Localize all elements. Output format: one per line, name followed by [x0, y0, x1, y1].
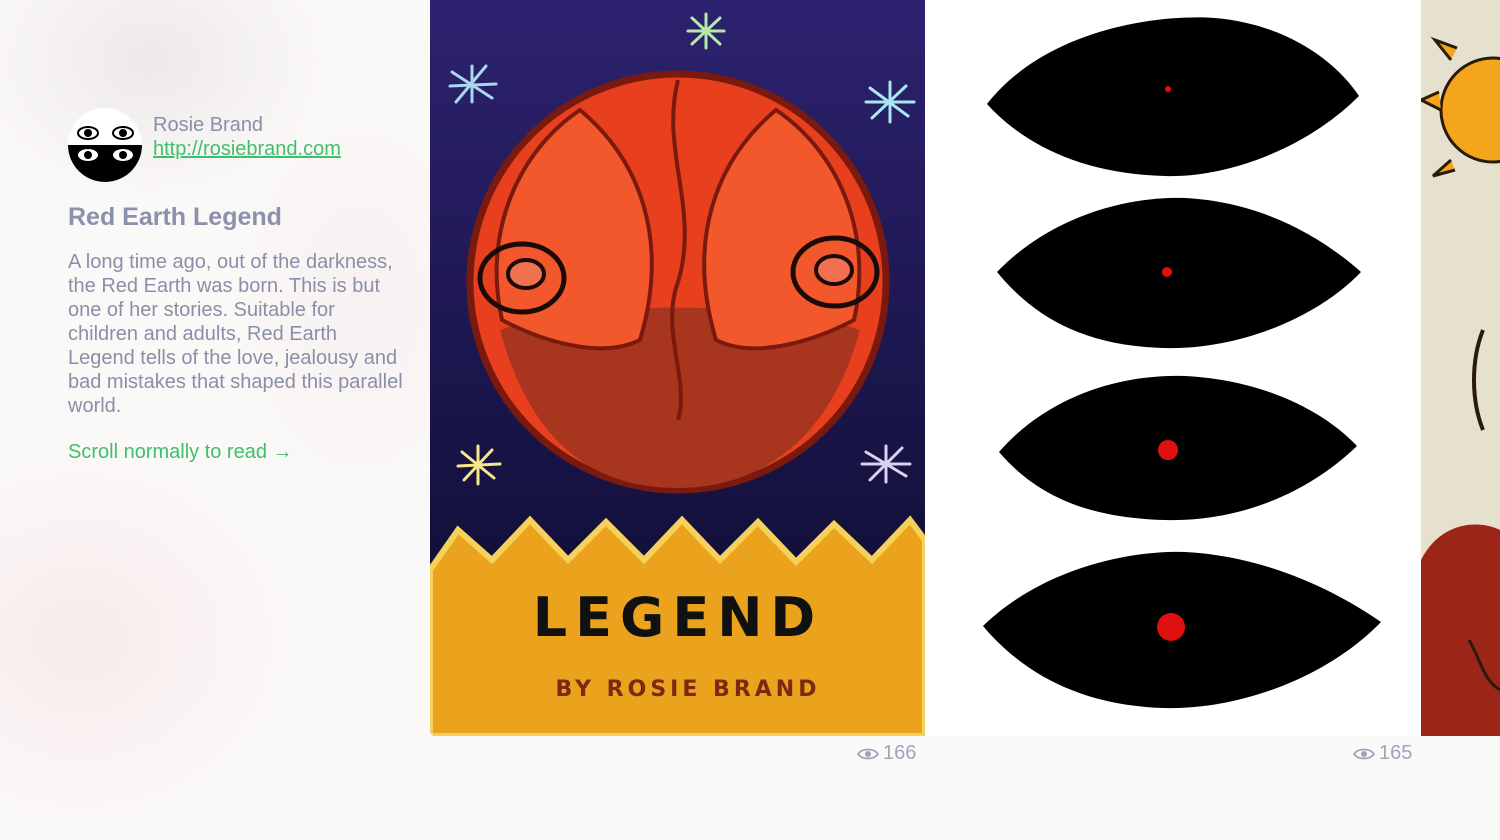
view-count-value: 166: [883, 742, 917, 764]
story-description: A long time ago, out of the darkness, th…: [68, 251, 403, 417]
author-website-link[interactable]: http://rosiebrand.com: [153, 137, 341, 161]
next-page-illustration: [1421, 0, 1500, 736]
cover-illustration: LEGEND BY ROSIE BRAND: [430, 0, 928, 736]
story-title: Red Earth Legend: [68, 203, 282, 231]
page-view-count: 166: [857, 742, 916, 765]
cover-title: LEGEND: [533, 586, 824, 649]
view-count-value: 165: [1379, 742, 1413, 764]
author-block: Rosie Brand http://rosiebrand.com: [68, 108, 408, 182]
author-name: Rosie Brand: [153, 114, 264, 136]
cover-byline: BY ROSIE BRAND: [556, 677, 821, 702]
scroll-to-read-link[interactable]: Scroll normally to read →: [68, 440, 293, 464]
story-sidebar: Rosie Brand http://rosiebrand.com Red Ea…: [68, 108, 408, 464]
star-icon: [686, 12, 726, 50]
comic-page-eyes[interactable]: [925, 0, 1421, 736]
comic-strip[interactable]: LEGEND BY ROSIE BRAND: [430, 0, 1500, 736]
comic-page-next[interactable]: [1421, 0, 1500, 736]
eye-icon: [857, 748, 879, 759]
eye-icon: [1353, 748, 1375, 759]
eyes-illustration: [983, 17, 1381, 709]
author-avatar[interactable]: [68, 108, 142, 182]
comic-page-cover[interactable]: LEGEND BY ROSIE BRAND: [430, 0, 928, 736]
page-view-count: 165: [1353, 742, 1412, 765]
